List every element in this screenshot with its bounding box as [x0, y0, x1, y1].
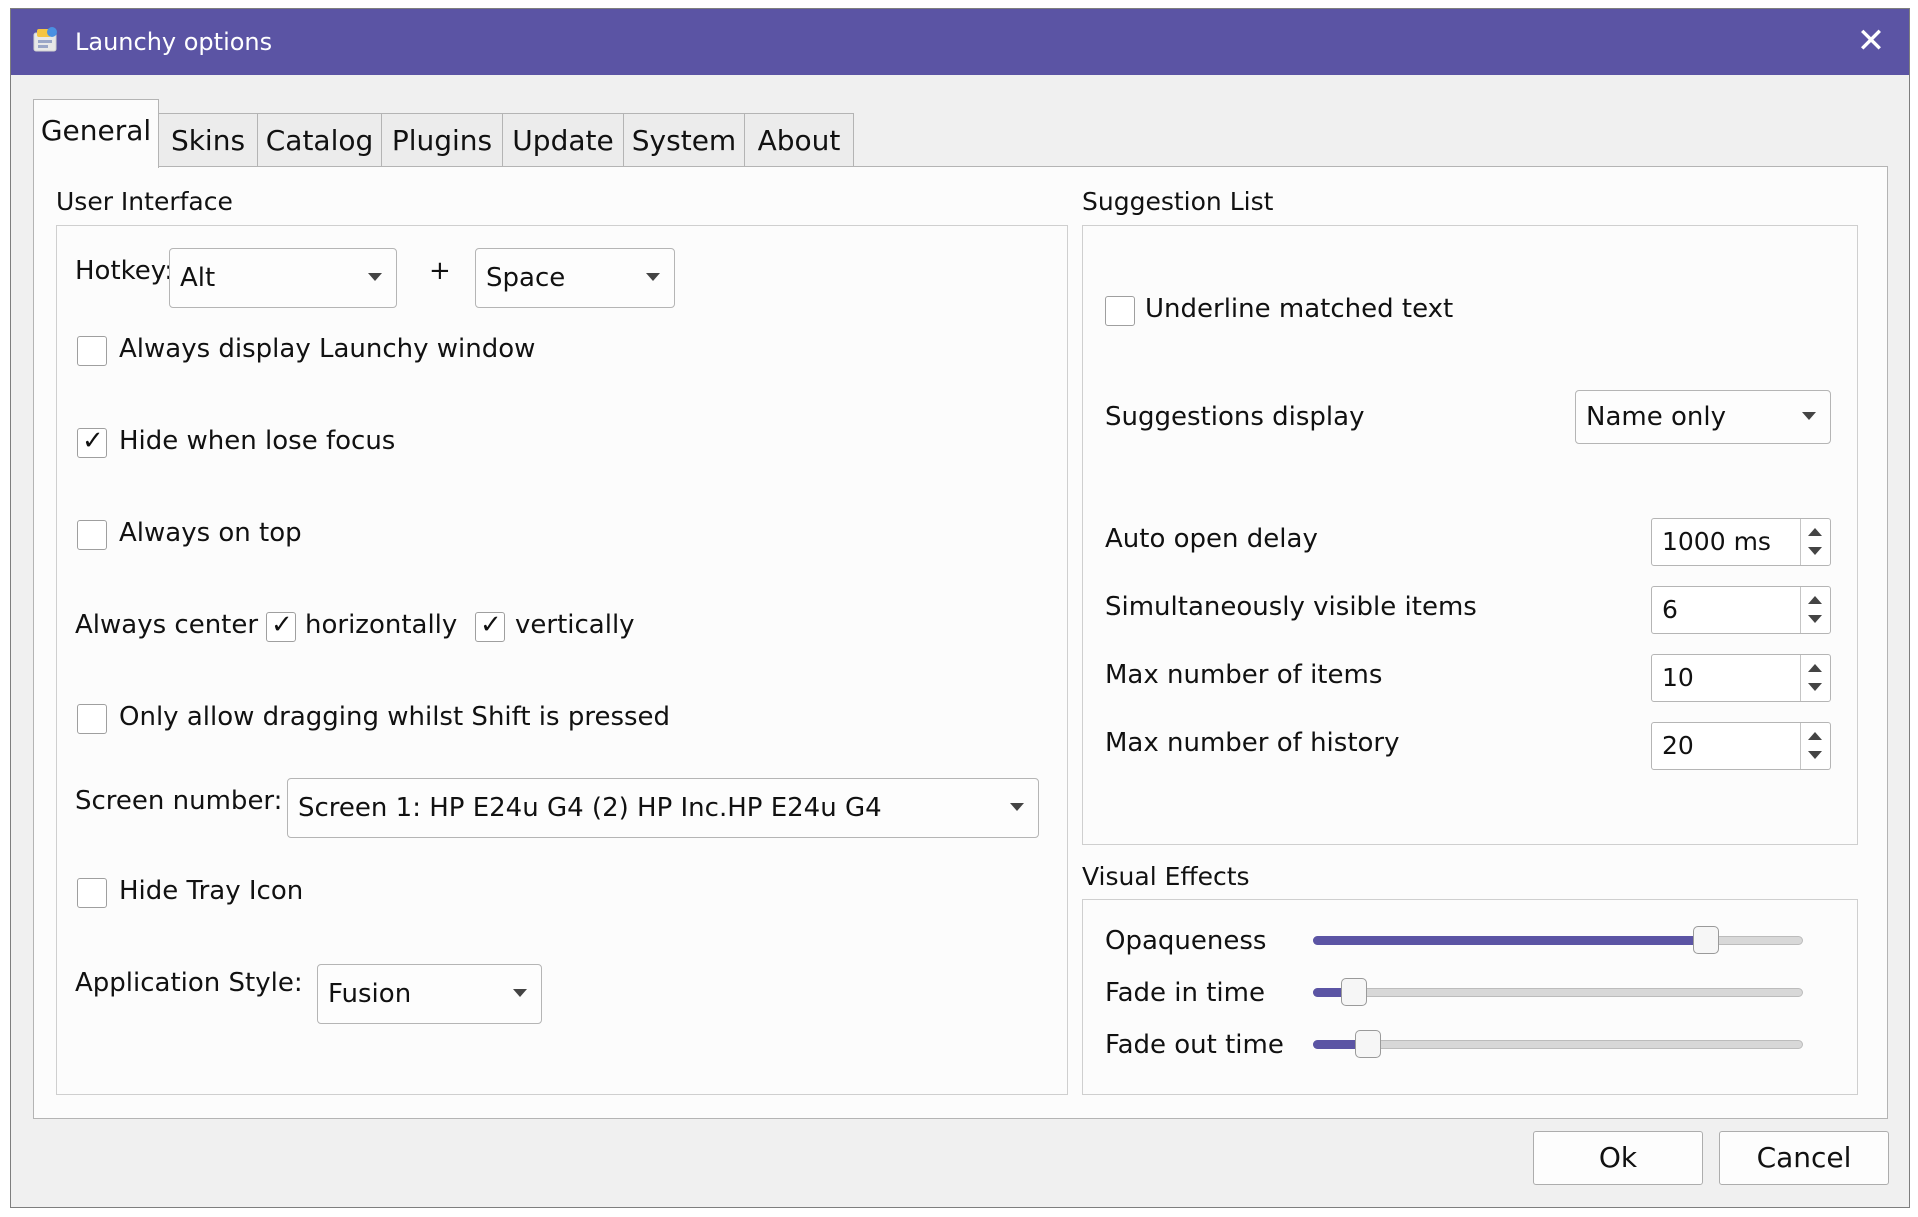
slider-handle[interactable]: [1693, 926, 1719, 954]
spin-buttons: [1800, 655, 1830, 701]
visible-items-value: 6: [1662, 595, 1678, 624]
always-display-checkbox[interactable]: [77, 336, 107, 366]
user-interface-title: User Interface: [56, 187, 233, 216]
max-history-value: 20: [1662, 731, 1694, 760]
user-interface-group: Hotkey: Alt + Space Always display Launc…: [56, 225, 1068, 1095]
slider-handle[interactable]: [1341, 978, 1367, 1006]
screen-number-label: Screen number:: [75, 786, 283, 816]
spin-up-icon[interactable]: [1808, 596, 1822, 604]
opaqueness-slider[interactable]: [1313, 926, 1803, 956]
hide-lose-focus-label: Hide when lose focus: [119, 426, 396, 456]
suggestion-list-group: Underline matched text Suggestions displ…: [1082, 225, 1858, 845]
spin-up-icon[interactable]: [1808, 664, 1822, 672]
max-history-label: Max number of history: [1105, 728, 1400, 758]
chevron-down-icon: [646, 273, 660, 281]
drag-shift-checkbox[interactable]: [77, 704, 107, 734]
hotkey-modifier-value: Alt: [180, 263, 216, 293]
suggestions-display-value: Name only: [1586, 402, 1726, 432]
opaqueness-label: Opaqueness: [1105, 926, 1267, 956]
spin-down-icon[interactable]: [1808, 751, 1822, 759]
visible-items-spinbox[interactable]: 6: [1651, 586, 1831, 634]
always-center-label: Always center: [75, 610, 259, 640]
max-items-label: Max number of items: [1105, 660, 1383, 690]
underline-label: Underline matched text: [1145, 294, 1454, 324]
hotkey-modifier-dropdown[interactable]: Alt: [169, 248, 397, 308]
app-style-dropdown[interactable]: Fusion: [317, 964, 542, 1024]
always-on-top-label: Always on top: [119, 518, 302, 548]
tab-update[interactable]: Update: [502, 113, 624, 167]
center-horizontally-checkbox[interactable]: ✓: [266, 610, 296, 642]
tab-panel-general: User Interface Hotkey: Alt + Space Alway…: [33, 166, 1888, 1119]
check-icon: ✓: [480, 610, 502, 640]
suggestion-list-title: Suggestion List: [1082, 187, 1274, 216]
plus-sign: +: [429, 256, 451, 286]
spin-down-icon[interactable]: [1808, 615, 1822, 623]
chevron-down-icon: [1010, 803, 1024, 811]
check-icon: ✓: [271, 610, 293, 640]
fade-in-label: Fade in time: [1105, 978, 1265, 1008]
suggestions-display-label: Suggestions display: [1105, 402, 1365, 432]
app-style-value: Fusion: [328, 979, 412, 1009]
slider-fill: [1313, 936, 1706, 945]
check-icon: ✓: [82, 426, 104, 456]
auto-open-delay-label: Auto open delay: [1105, 524, 1318, 554]
tab-skins[interactable]: Skins: [158, 113, 258, 167]
slider-handle[interactable]: [1355, 1030, 1381, 1058]
hotkey-key-dropdown[interactable]: Space: [475, 248, 675, 308]
visual-effects-title: Visual Effects: [1082, 862, 1250, 891]
chevron-down-icon: [513, 989, 527, 997]
spin-down-icon[interactable]: [1808, 547, 1822, 555]
tab-about[interactable]: About: [744, 113, 854, 167]
visual-effects-group: Opaqueness Fade in time Fade out time: [1082, 899, 1858, 1095]
max-items-spinbox[interactable]: 10: [1651, 654, 1831, 702]
slider-track: [1313, 1040, 1803, 1049]
underline-checkbox[interactable]: [1105, 296, 1135, 326]
spin-up-icon[interactable]: [1808, 528, 1822, 536]
fade-in-slider[interactable]: [1313, 978, 1803, 1008]
app-style-label: Application Style:: [75, 968, 303, 998]
always-on-top-checkbox[interactable]: [77, 520, 107, 550]
spin-buttons: [1800, 723, 1830, 769]
hide-tray-label: Hide Tray Icon: [119, 876, 304, 906]
chevron-down-icon: [368, 273, 382, 281]
screen-number-value: Screen 1: HP E24u G4 (2) HP Inc.HP E24u …: [298, 793, 882, 823]
tab-general[interactable]: General: [33, 99, 159, 168]
auto-open-delay-spinbox[interactable]: 1000 ms: [1651, 518, 1831, 566]
spin-buttons: [1800, 587, 1830, 633]
tab-system[interactable]: System: [623, 113, 745, 167]
fade-out-label: Fade out time: [1105, 1030, 1284, 1060]
slider-track: [1313, 988, 1803, 997]
hide-tray-checkbox[interactable]: [77, 878, 107, 908]
cancel-button[interactable]: Cancel: [1719, 1131, 1889, 1185]
drag-shift-label: Only allow dragging whilst Shift is pres…: [119, 702, 671, 732]
fade-out-slider[interactable]: [1313, 1030, 1803, 1060]
spin-up-icon[interactable]: [1808, 732, 1822, 740]
spin-down-icon[interactable]: [1808, 683, 1822, 691]
tab-plugins[interactable]: Plugins: [381, 113, 503, 167]
center-vertically-label: vertically: [515, 610, 635, 640]
center-horizontally-label: horizontally: [305, 610, 458, 640]
ok-button[interactable]: Ok: [1533, 1131, 1703, 1185]
always-display-label: Always display Launchy window: [119, 334, 536, 364]
hotkey-key-value: Space: [486, 263, 566, 293]
spin-buttons: [1800, 519, 1830, 565]
title-bar[interactable]: Launchy options ✕: [11, 9, 1909, 75]
launchy-app-icon: [33, 27, 57, 52]
suggestions-display-dropdown[interactable]: Name only: [1575, 390, 1831, 444]
tab-catalog[interactable]: Catalog: [257, 113, 382, 167]
visible-items-label: Simultaneously visible items: [1105, 592, 1477, 622]
window-title: Launchy options: [75, 28, 273, 56]
chevron-down-icon: [1802, 412, 1816, 420]
max-history-spinbox[interactable]: 20: [1651, 722, 1831, 770]
hide-lose-focus-checkbox[interactable]: ✓: [77, 426, 107, 458]
close-icon[interactable]: ✕: [1851, 21, 1891, 61]
auto-open-delay-value: 1000 ms: [1662, 527, 1771, 556]
center-vertically-checkbox[interactable]: ✓: [475, 610, 505, 642]
max-items-value: 10: [1662, 663, 1694, 692]
screen-number-dropdown[interactable]: Screen 1: HP E24u G4 (2) HP Inc.HP E24u …: [287, 778, 1039, 838]
options-window: Launchy options ✕ General Skins Catalog …: [10, 8, 1910, 1208]
hotkey-label: Hotkey:: [75, 256, 174, 286]
